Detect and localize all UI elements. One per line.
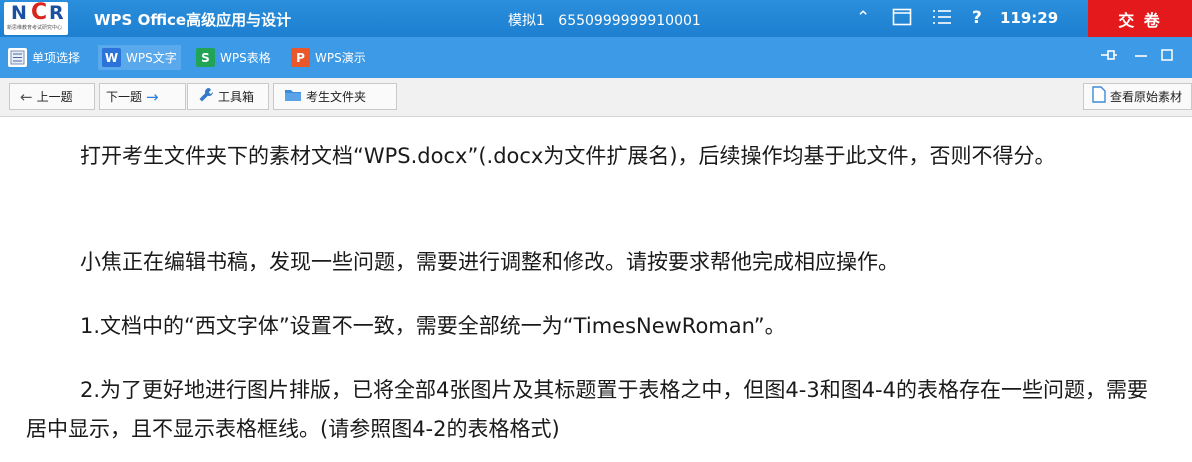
title-bar: NCR 新思维教育考试研究中心 WPS Office高级应用与设计 模拟1 65… (0, 0, 1192, 37)
toolbar: ← 上一题 下一题 → 工具箱 考生文件夹 查看原始素材 (0, 78, 1192, 117)
toolbox-button[interactable]: 工具箱 (187, 83, 269, 110)
next-label: 下一题 (106, 90, 143, 104)
view-source-label: 查看原始素材 (1110, 90, 1183, 104)
exam-info: 模拟1 6550999999910001 (508, 10, 701, 30)
tab-bar: 单项选择 W WPS文字 S WPS表格 P WPS演示 (0, 37, 1192, 78)
instruction-paragraph-2: 小焦正在编辑书稿，发现一些问题，需要进行调整和修改。请按要求帮他完成相应操作。 (80, 250, 899, 274)
maximize-icon[interactable] (1160, 47, 1174, 66)
tab-label: WPS文字 (126, 51, 177, 65)
minimize-icon[interactable] (1134, 47, 1148, 66)
tab-wps-presentation[interactable]: P WPS演示 (291, 45, 366, 70)
instruction-paragraph-1: 打开考生文件夹下的素材文档“WPS.docx”(.docx为文件扩展名)，后续操… (80, 144, 1056, 168)
ncr-logo: NCR 新思维教育考试研究中心 (4, 2, 68, 35)
folder-label: 考生文件夹 (306, 90, 367, 104)
document-icon (1092, 86, 1106, 107)
folder-icon (284, 87, 302, 106)
wps-presentation-icon: P (291, 48, 310, 67)
question-content: 打开考生文件夹下的素材文档“WPS.docx”(.docx为文件扩展名)，后续操… (0, 117, 1192, 462)
help-icon[interactable]: ? (972, 8, 982, 28)
app-title: WPS Office高级应用与设计 (94, 11, 292, 29)
tab-wps-spreadsheet[interactable]: S WPS表格 (196, 45, 271, 70)
exam-label: 模拟1 (508, 13, 545, 29)
logo-subtext: 新思维教育考试研究中心 (7, 25, 63, 31)
collapse-icon[interactable]: ⌃ (856, 8, 870, 28)
exam-folder-button[interactable]: 考生文件夹 (273, 83, 397, 110)
prev-question-button[interactable]: ← 上一题 (9, 83, 95, 110)
submit-button[interactable]: 交 卷 (1088, 0, 1192, 37)
exam-id: 6550999999910001 (558, 13, 701, 29)
list-menu-icon[interactable] (932, 8, 952, 31)
next-question-button[interactable]: 下一题 → (99, 83, 186, 110)
arrow-right-icon: → (146, 87, 159, 106)
arrow-left-icon: ← (20, 87, 33, 106)
pin-icon[interactable] (1100, 47, 1118, 66)
wps-spreadsheet-icon: S (196, 48, 215, 67)
tab-label: WPS表格 (220, 51, 271, 65)
tab-single-choice[interactable]: 单项选择 (8, 45, 80, 70)
view-source-button[interactable]: 查看原始素材 (1083, 83, 1192, 110)
prev-label: 上一题 (36, 90, 73, 104)
window-icon[interactable] (892, 8, 912, 31)
timer: 119:29 (1000, 9, 1059, 27)
tab-label: 单项选择 (32, 51, 81, 65)
instruction-paragraph-4: 2.为了更好地进行图片排版，已将全部4张图片及其标题置于表格之中，但图4-3和图… (26, 378, 1148, 441)
instruction-paragraph-3: 1.文档中的“西文字体”设置不一致，需要全部统一为“TimesNewRoman”… (80, 314, 786, 338)
wps-writer-icon: W (102, 48, 121, 67)
tab-label: WPS演示 (315, 51, 366, 65)
wrench-icon (198, 87, 214, 107)
tools-label: 工具箱 (218, 90, 255, 104)
tab-wps-writer[interactable]: W WPS文字 (98, 45, 181, 70)
list-icon (8, 48, 27, 67)
